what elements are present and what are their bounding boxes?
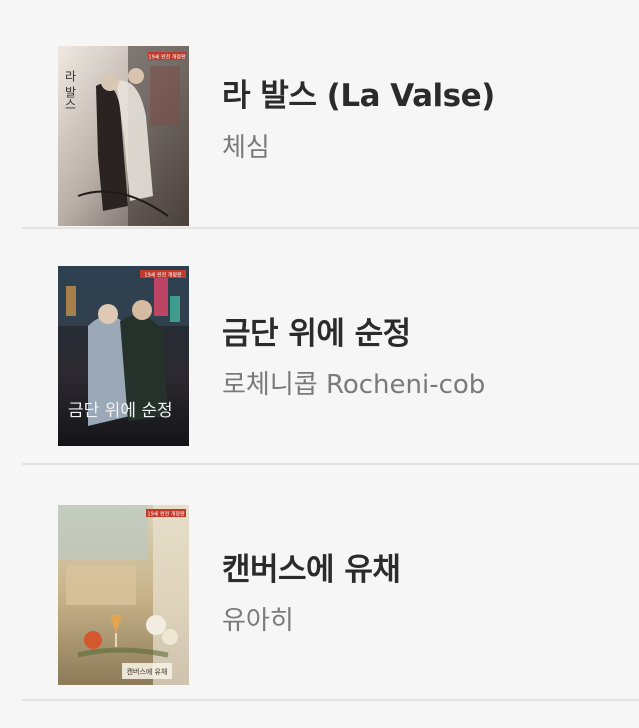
book-author-3[interactable]: 유아히 — [222, 600, 294, 637]
cover-title-1: 라 발스 — [63, 70, 77, 110]
divider-1 — [22, 227, 639, 229]
cover-badge-3: 19세 완전 개정판 — [147, 511, 185, 518]
list-item-book-1[interactable]: 19세 완전 개정판 라 발스 라 발스 (La Valse) 체심 — [0, 0, 639, 236]
book-title-1[interactable]: 라 발스 (La Valse) — [222, 70, 495, 115]
cover-art-3: 19세 완전 개정판 캔버스에 유채 — [58, 505, 189, 685]
cover-art-2: 19세 완전 개정판 금단 위에 순정 — [58, 266, 189, 446]
book-title-2[interactable]: 금단 위에 순정 — [222, 308, 411, 353]
book-cover-1[interactable]: 19세 완전 개정판 라 발스 — [58, 46, 189, 226]
divider-2 — [22, 463, 639, 465]
book-author-2[interactable]: 로체니콥 Rocheni-cob — [222, 364, 485, 401]
list-item-book-2[interactable]: 19세 완전 개정판 금단 위에 순정 금단 위에 순정 로체니콥 Rochen… — [0, 236, 639, 472]
cover-badge-1: 19세 완전 개정판 — [148, 54, 186, 61]
book-author-1[interactable]: 체심 — [222, 127, 270, 164]
book-list: 19세 완전 개정판 라 발스 라 발스 (La Valse) 체심 19세 완… — [0, 0, 639, 728]
book-cover-2[interactable]: 19세 완전 개정판 금단 위에 순정 — [58, 266, 189, 446]
cover-art-1: 19세 완전 개정판 라 발스 — [58, 46, 189, 226]
cover-badge-2: 19세 완전 개정판 — [144, 272, 182, 279]
book-title-3[interactable]: 캔버스에 유채 — [222, 544, 401, 589]
book-cover-3[interactable]: 19세 완전 개정판 캔버스에 유채 — [58, 505, 189, 685]
cover-title-2: 금단 위에 순정 — [68, 401, 173, 421]
cover-title-3: 캔버스에 유채 — [127, 667, 168, 676]
divider-3 — [22, 699, 639, 701]
list-item-book-3[interactable]: 19세 완전 개정판 캔버스에 유채 캔버스에 유채 유아히 — [0, 472, 639, 708]
